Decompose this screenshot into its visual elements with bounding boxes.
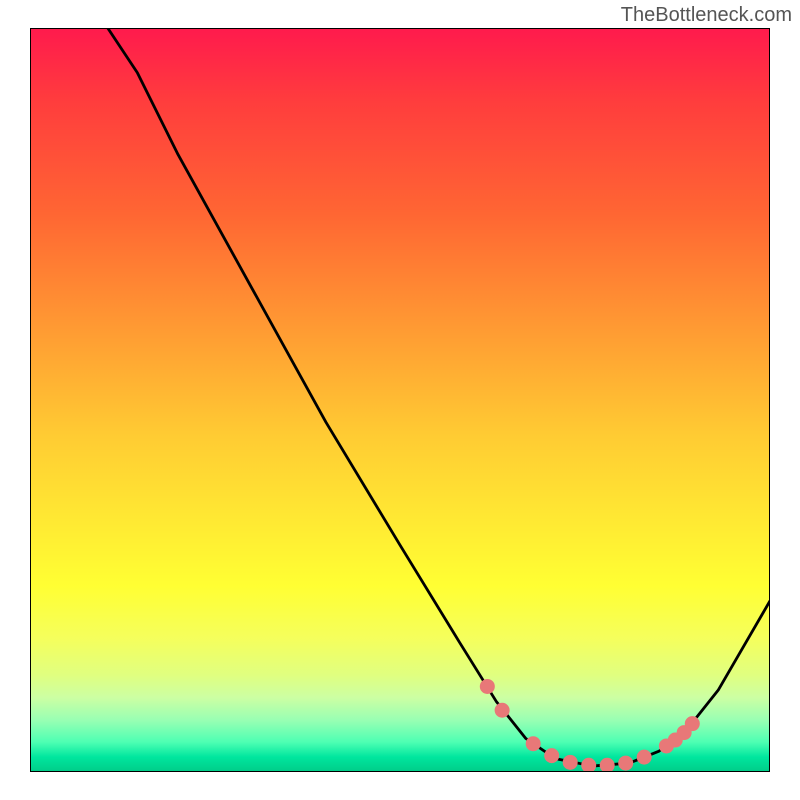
curve-marker bbox=[495, 703, 510, 718]
watermark-text: TheBottleneck.com bbox=[621, 4, 792, 27]
chart-container: TheBottleneck.com bbox=[0, 0, 800, 800]
curve-marker bbox=[563, 755, 578, 770]
curve-marker bbox=[618, 756, 633, 771]
curve-marker bbox=[685, 716, 700, 731]
curve-marker bbox=[637, 750, 652, 765]
chart-curve-layer bbox=[30, 28, 770, 772]
curve-marker bbox=[480, 679, 495, 694]
curve-marker bbox=[526, 736, 541, 751]
bottleneck-curve bbox=[108, 28, 770, 766]
curve-marker bbox=[600, 758, 615, 772]
curve-marker bbox=[581, 758, 596, 772]
curve-marker bbox=[544, 748, 559, 763]
